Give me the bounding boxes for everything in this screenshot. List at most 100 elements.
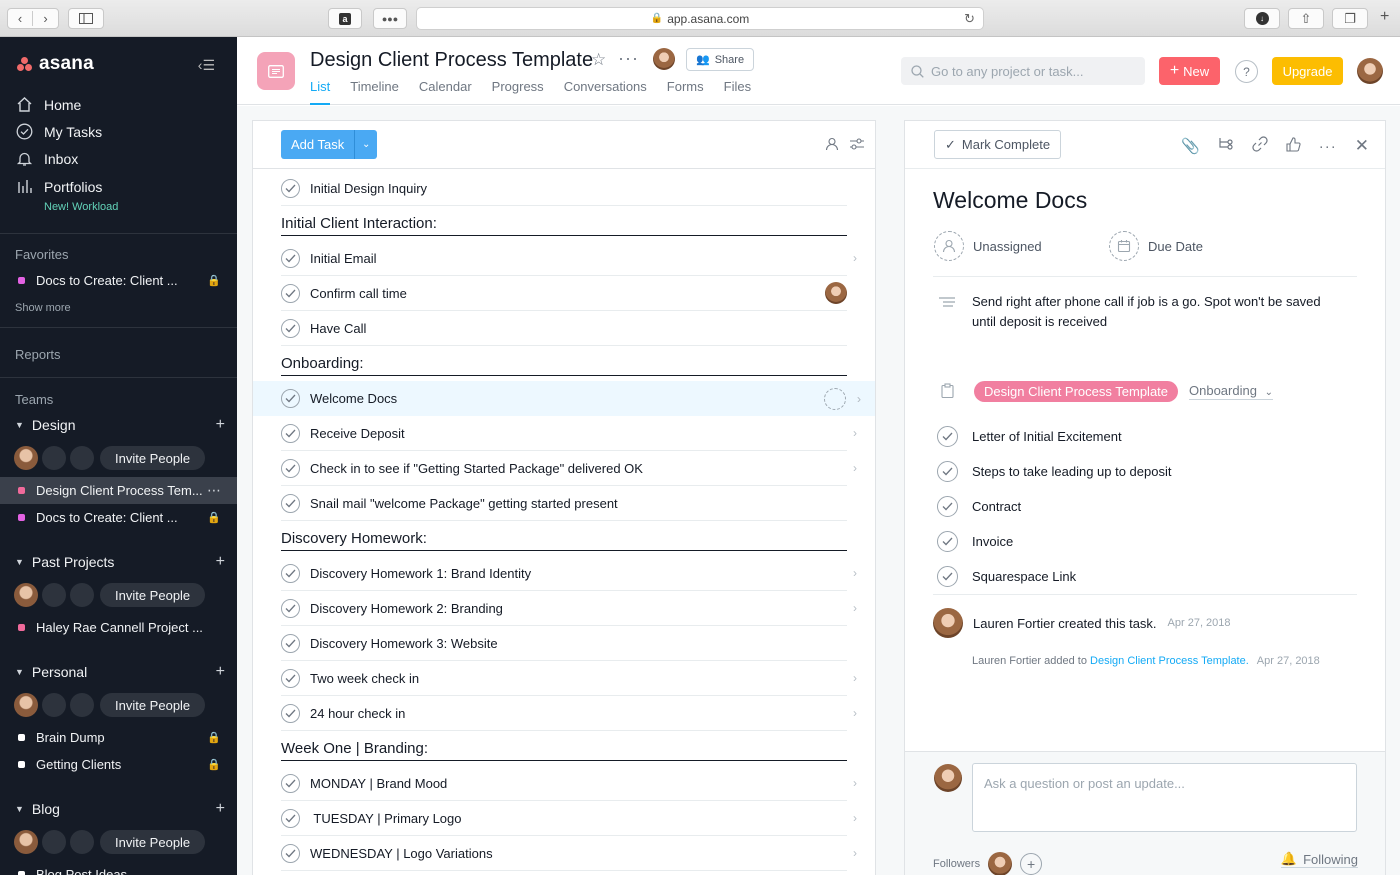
subtask-row[interactable]: Invoice bbox=[937, 531, 1013, 552]
task-row[interactable]: MONDAY | Brand Mood › bbox=[281, 766, 857, 801]
more-icon[interactable]: ⋯ bbox=[207, 482, 221, 499]
collapse-caret-icon[interactable]: ▼ bbox=[15, 557, 24, 567]
url-bar[interactable]: 🔒 app.asana.com ↻ bbox=[416, 7, 984, 30]
avatar-placeholder[interactable] bbox=[42, 830, 66, 854]
share-button[interactable]: 👥 Share bbox=[686, 48, 755, 71]
task-row[interactable]: Two week check in › bbox=[281, 661, 857, 696]
favorite-project[interactable]: Docs to Create: Client ... 🔒 bbox=[0, 267, 237, 294]
task-row[interactable]: Welcome Docs › › bbox=[253, 381, 875, 416]
complete-checkbox-icon[interactable] bbox=[281, 248, 300, 268]
chevron-right-icon[interactable]: › bbox=[853, 811, 857, 825]
add-project-icon[interactable]: + bbox=[216, 800, 225, 818]
complete-checkbox-icon[interactable] bbox=[281, 633, 300, 653]
sort-options-icon[interactable] bbox=[849, 137, 865, 154]
avatar-placeholder[interactable] bbox=[70, 583, 94, 607]
avatar[interactable] bbox=[653, 48, 675, 70]
team-past-projects[interactable]: ▼ Past Projects + bbox=[15, 553, 225, 570]
team-blog[interactable]: ▼ Blog + bbox=[15, 800, 225, 818]
nav-home[interactable]: Home bbox=[16, 96, 81, 113]
chevron-right-icon[interactable]: › bbox=[857, 392, 861, 406]
complete-checkbox-icon[interactable] bbox=[281, 178, 300, 198]
subtask-row[interactable]: Contract bbox=[937, 496, 1021, 517]
chevron-right-icon[interactable]: › bbox=[853, 461, 857, 475]
link-icon[interactable] bbox=[1252, 136, 1268, 156]
complete-checkbox-icon[interactable] bbox=[281, 493, 300, 513]
tab-progress[interactable]: Progress bbox=[492, 79, 544, 105]
task-row[interactable]: Discovery Homework 3: Website bbox=[281, 626, 847, 661]
chevron-right-icon[interactable]: › bbox=[853, 776, 857, 790]
more-options-icon[interactable]: ··· bbox=[618, 48, 639, 69]
section-header[interactable]: Initial Client Interaction: bbox=[281, 206, 847, 236]
avatar-placeholder[interactable] bbox=[70, 693, 94, 717]
avatar[interactable] bbox=[14, 583, 38, 607]
avatar-placeholder[interactable] bbox=[70, 446, 94, 470]
task-row[interactable]: Have Call bbox=[281, 311, 847, 346]
complete-checkbox-icon[interactable] bbox=[281, 563, 300, 583]
more-options-icon[interactable]: ··· bbox=[1319, 138, 1337, 155]
project-link[interactable]: Design Client Process Template. bbox=[1090, 655, 1249, 667]
subtask-row[interactable]: Letter of Initial Excitement bbox=[937, 426, 1122, 447]
avatar-placeholder[interactable] bbox=[42, 446, 66, 470]
collapse-caret-icon[interactable]: ▼ bbox=[15, 420, 24, 430]
sidebar-project-haley-rae[interactable]: Haley Rae Cannell Project ... bbox=[0, 614, 237, 641]
complete-checkbox-icon[interactable] bbox=[281, 423, 300, 443]
avatar-placeholder[interactable] bbox=[42, 693, 66, 717]
sidebar-project-design-client-process[interactable]: Design Client Process Tem... ⋯ bbox=[0, 477, 237, 504]
section-select[interactable]: Onboarding ⌄ bbox=[1189, 383, 1273, 400]
favorites-heading[interactable]: Favorites bbox=[15, 247, 68, 262]
due-date-field[interactable]: Due Date bbox=[1109, 231, 1203, 261]
chevron-down-icon[interactable]: ⌄ bbox=[354, 130, 378, 159]
reload-icon[interactable]: ↻ bbox=[964, 11, 975, 27]
chevron-right-icon[interactable]: › bbox=[853, 251, 857, 265]
complete-checkbox-icon[interactable] bbox=[937, 566, 958, 587]
complete-checkbox-icon[interactable] bbox=[281, 458, 300, 478]
tab-overview-icon[interactable]: ●●● bbox=[373, 8, 407, 29]
subtask-row[interactable]: Steps to take leading up to deposit bbox=[937, 461, 1171, 482]
reports-link[interactable]: Reports bbox=[15, 347, 61, 362]
page-title[interactable]: Design Client Process Template bbox=[310, 49, 593, 72]
task-row[interactable]: Initial Email › bbox=[281, 241, 857, 276]
asana-logo[interactable]: asana bbox=[17, 53, 94, 75]
like-icon[interactable] bbox=[1286, 136, 1301, 156]
invite-people-button[interactable]: Invite People bbox=[100, 693, 206, 717]
team-design[interactable]: ▼ Design + bbox=[15, 416, 225, 434]
avatar[interactable] bbox=[14, 446, 38, 470]
task-row[interactable]: Check in to see if "Getting Started Pack… bbox=[281, 451, 857, 486]
subtask-row[interactable]: Squarespace Link bbox=[937, 566, 1076, 587]
new-workload-tag[interactable]: New! Workload bbox=[44, 201, 118, 213]
chevron-right-icon[interactable]: › bbox=[853, 426, 857, 440]
help-button[interactable]: ? bbox=[1235, 60, 1258, 83]
complete-checkbox-icon[interactable] bbox=[281, 843, 300, 863]
new-button[interactable]: + New bbox=[1159, 57, 1220, 85]
complete-checkbox-icon[interactable] bbox=[937, 461, 958, 482]
chevron-right-icon[interactable]: › bbox=[853, 601, 857, 615]
back-icon[interactable]: ‹ bbox=[8, 11, 34, 26]
complete-checkbox-icon[interactable] bbox=[281, 318, 300, 338]
section-header[interactable]: Week One | Branding: bbox=[281, 731, 847, 761]
amazon-bookmark-icon[interactable]: a bbox=[328, 8, 362, 29]
avatar-placeholder[interactable] bbox=[70, 830, 94, 854]
star-icon[interactable]: ☆ bbox=[591, 50, 606, 70]
team-personal[interactable]: ▼ Personal + bbox=[15, 663, 225, 680]
complete-checkbox-icon[interactable] bbox=[937, 426, 958, 447]
complete-checkbox-icon[interactable] bbox=[281, 598, 300, 618]
task-row[interactable]: Snail mail "welcome Package" getting sta… bbox=[281, 486, 847, 521]
nav-portfolios[interactable]: Portfolios bbox=[16, 178, 102, 195]
project-pill[interactable]: Design Client Process Template bbox=[974, 381, 1179, 402]
project-list-icon[interactable] bbox=[257, 52, 295, 90]
invite-people-button[interactable]: Invite People bbox=[100, 446, 206, 470]
add-project-icon[interactable]: + bbox=[216, 416, 225, 434]
task-row[interactable]: TUESDAY | Primary Logo › bbox=[281, 801, 857, 836]
close-icon[interactable]: ✕ bbox=[1355, 136, 1369, 156]
nav-inbox[interactable]: Inbox bbox=[16, 150, 78, 167]
upgrade-button[interactable]: Upgrade bbox=[1272, 57, 1343, 85]
invite-people-button[interactable]: Invite People bbox=[100, 583, 206, 607]
complete-checkbox-icon[interactable] bbox=[281, 668, 300, 688]
assignee-avatar[interactable] bbox=[825, 282, 847, 304]
task-row[interactable]: Discovery Homework 1: Brand Identity › bbox=[281, 556, 857, 591]
task-row[interactable]: 24 hour check in › bbox=[281, 696, 857, 731]
back-forward-buttons[interactable]: ‹ › bbox=[7, 8, 59, 29]
unassigned-avatar-icon[interactable] bbox=[824, 387, 846, 410]
add-follower-icon[interactable]: + bbox=[1020, 853, 1043, 875]
avatar[interactable] bbox=[934, 764, 962, 792]
